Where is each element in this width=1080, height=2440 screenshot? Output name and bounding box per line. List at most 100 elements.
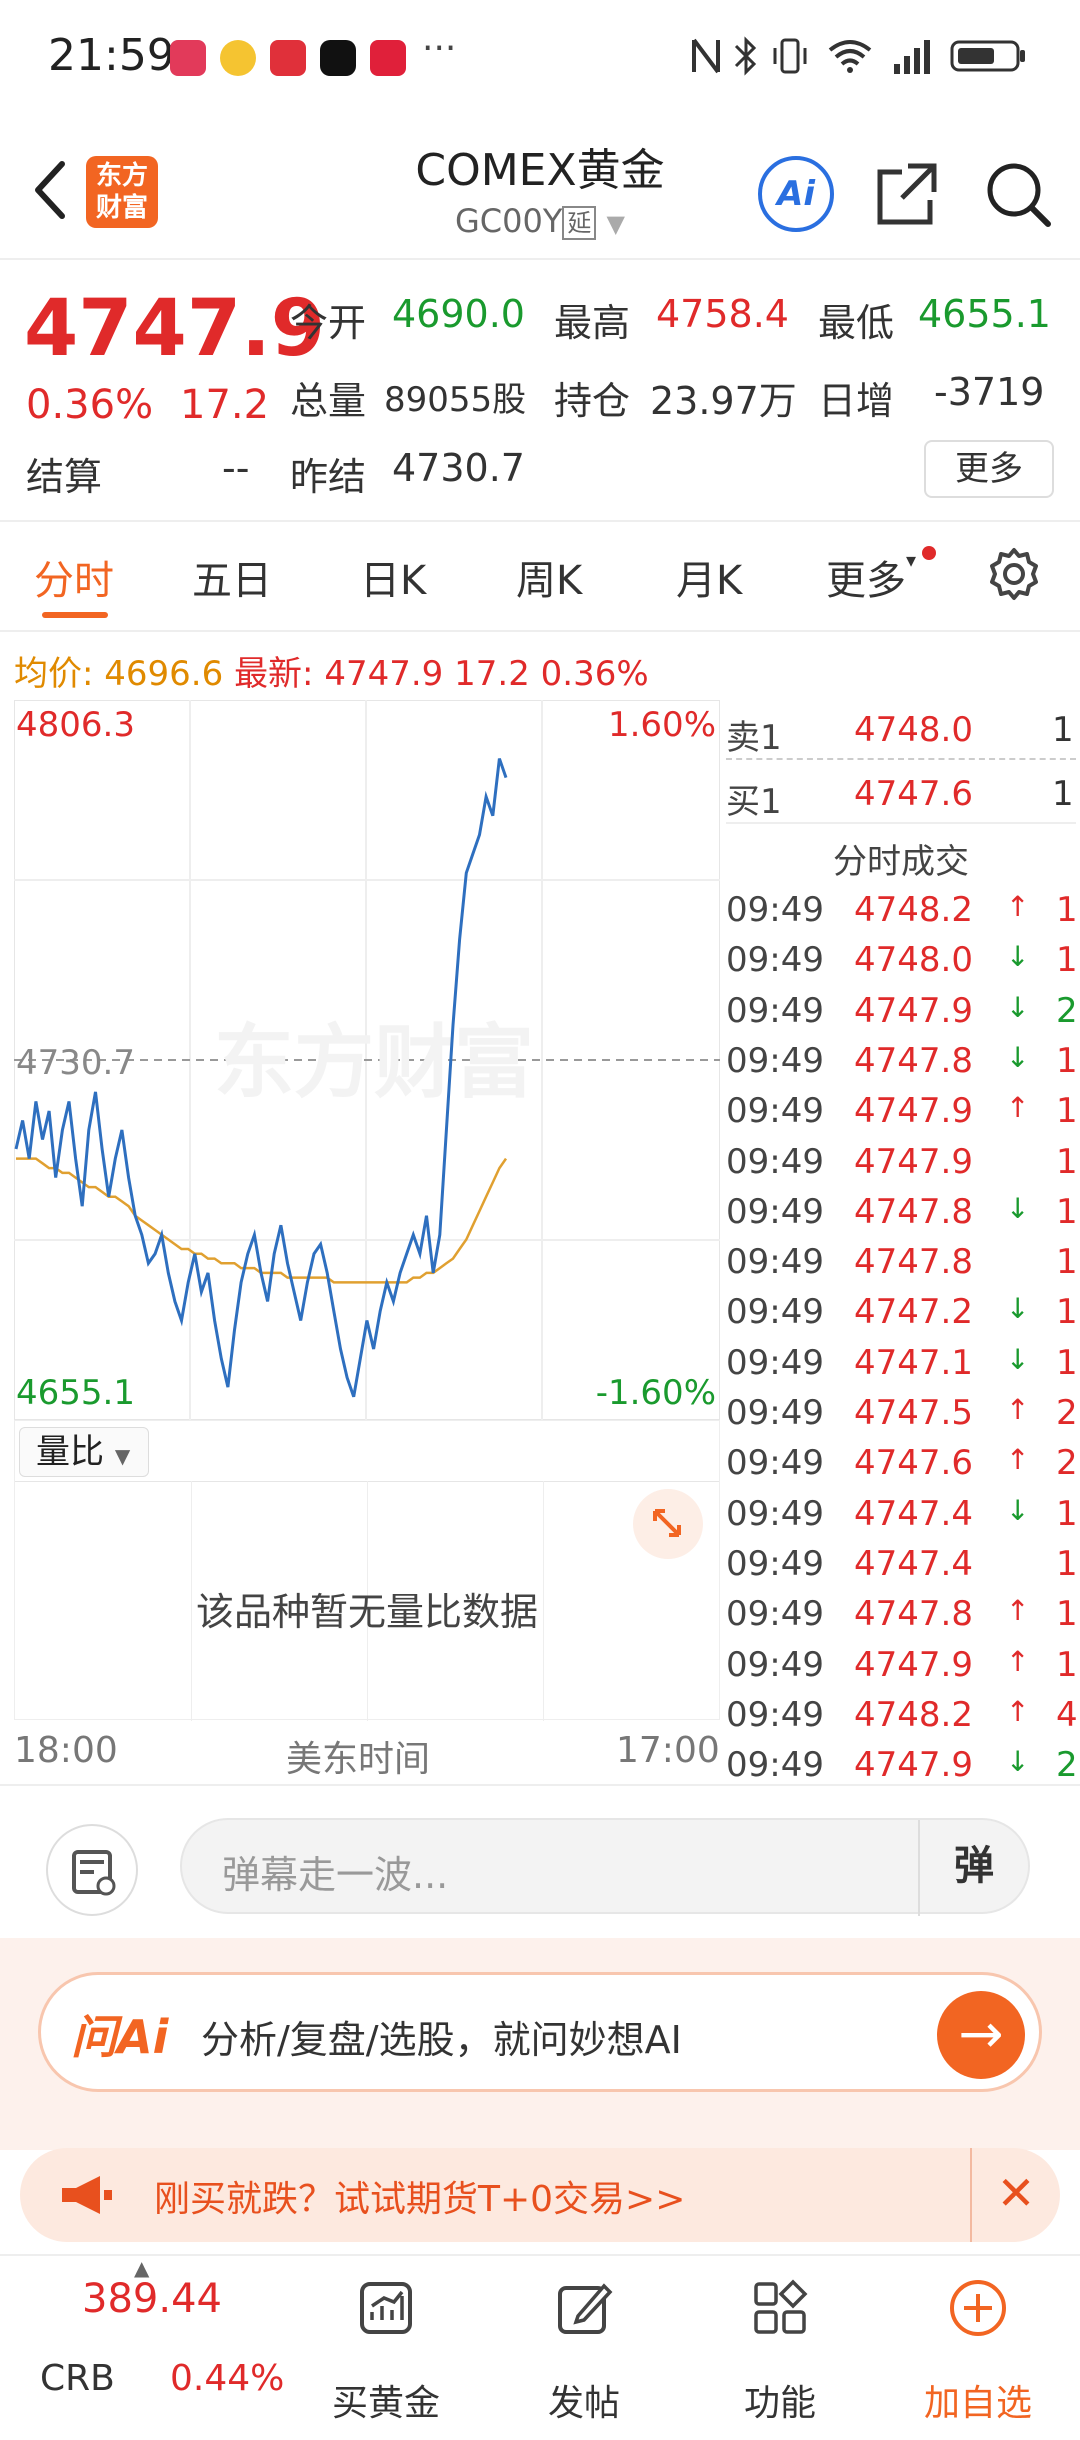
trade-price: 4747.9 <box>854 990 973 1031</box>
tab-daily-k[interactable]: 日K <box>360 548 426 606</box>
close-icon[interactable]: ✕ <box>970 2148 1060 2242</box>
status-bar: 21:59 ··· <box>0 0 1080 120</box>
trade-row: 09:49 4747.2 ↓ 1 <box>726 1292 1080 1342</box>
trade-row: 09:49 4748.2 ↑ 1 <box>726 890 1080 940</box>
trade-price: 4747.8 <box>854 1191 973 1232</box>
comment-settings-icon <box>72 1850 116 1896</box>
trade-qty: 1 <box>1056 940 1078 981</box>
change-percent: 0.36% <box>26 382 154 428</box>
trade-price: 4748.2 <box>854 1694 973 1735</box>
latest-percent: 0.36% <box>540 654 649 694</box>
trade-qty: 2 <box>1056 990 1078 1031</box>
trade-row: 09:49 4747.4 ↓ 1 <box>726 1494 1080 1544</box>
crb-value[interactable]: 389.44 <box>82 2276 222 2322</box>
expand-icon <box>653 1509 681 1537</box>
nav-functions[interactable]: 功能 <box>700 2278 860 2424</box>
status-time: 21:59 <box>48 30 175 81</box>
open-interest-value: 23.97万 <box>650 379 797 423</box>
trade-direction-icon: ↓ <box>1006 1745 1030 1779</box>
ai-prompt-text: 分析/复盘/选股，就问妙想AI <box>201 2018 682 2062</box>
more-quote-button[interactable]: 更多 <box>924 440 1054 498</box>
avg-price-label: 均价: <box>14 654 94 694</box>
header: 东方 财富 COMEX黄金 GC00Y 延 ▼ Ai <box>0 120 1080 260</box>
trade-qty: 2 <box>1056 1443 1078 1484</box>
trade-price: 4747.4 <box>854 1543 973 1584</box>
wifi-icon <box>828 40 872 73</box>
volume-ratio-selector[interactable]: 量比 ▼ <box>19 1427 149 1477</box>
danmu-input[interactable]: 弹幕走一波... 弹 <box>180 1818 1030 1916</box>
trade-direction-icon: ↑ <box>1006 1594 1030 1628</box>
edit-icon <box>558 2283 613 2334</box>
back-arrow-icon[interactable] <box>20 150 80 230</box>
trade-time: 09:49 <box>726 990 824 1031</box>
trade-direction-icon: ↓ <box>1006 1342 1030 1376</box>
trade-qty: 2 <box>1056 1393 1078 1433</box>
chart-icon <box>360 2282 412 2334</box>
trade-row: 09:49 4747.8 ↑ 1 <box>726 1594 1080 1644</box>
tab-five-day[interactable]: 五日 <box>192 548 272 606</box>
tab-weekly-k[interactable]: 周K <box>516 548 582 606</box>
trade-qty: 1 <box>1056 1292 1078 1333</box>
trade-time: 09:49 <box>726 1040 824 1081</box>
trade-time: 09:49 <box>726 1141 824 1182</box>
settings-gear-icon[interactable] <box>986 546 1042 602</box>
trade-price: 4747.1 <box>854 1342 973 1383</box>
expand-chart-button[interactable] <box>633 1489 703 1559</box>
trade-qty: 1 <box>1056 1644 1078 1685</box>
y-axis-top-label: 4806.3 <box>16 705 135 745</box>
arrow-right-icon[interactable]: → <box>937 1991 1025 2079</box>
signal-icon <box>894 40 930 74</box>
nav-buy-gold[interactable]: 买黄金 <box>306 2278 466 2424</box>
tab-more[interactable]: 更多▾ <box>826 548 916 606</box>
notification-dot <box>922 546 936 560</box>
trade-direction-icon: ↑ <box>1006 1644 1030 1678</box>
settle-label: 结算 <box>26 455 103 499</box>
buy1-qty: 1 <box>1052 774 1074 814</box>
trade-time: 09:49 <box>726 1393 824 1433</box>
dropdown-arrow-icon: ▾ <box>906 548 917 572</box>
tab-monthly-k[interactable]: 月K <box>676 548 742 606</box>
trade-qty: 1 <box>1056 1493 1078 1534</box>
x-axis-end-label: 17:00 <box>616 1730 720 1771</box>
intraday-chart[interactable]: 东方财富 4806.3 4730.7 4655.1 1.60% -1.60% <box>14 700 720 1420</box>
search-icon[interactable] <box>982 156 1052 232</box>
nav-add-watchlist[interactable]: 加自选 <box>898 2278 1058 2424</box>
trade-time: 09:49 <box>726 1594 824 1635</box>
trade-time: 09:49 <box>726 940 824 981</box>
pct-axis-bottom-label: -1.60% <box>596 1373 716 1413</box>
trade-direction-icon: ↑ <box>1006 1694 1030 1728</box>
nav-post[interactable]: 发帖 <box>504 2278 664 2424</box>
ai-logo: 问Ai <box>71 2010 169 2064</box>
trade-direction-icon: ↑ <box>1006 1091 1030 1125</box>
bluetooth-icon <box>734 36 757 76</box>
weibo-icon <box>220 40 256 76</box>
nfc-icon <box>692 38 720 74</box>
trade-time: 09:49 <box>726 1745 824 1786</box>
danmu-toggle-button[interactable]: 弹 <box>918 1820 1028 1916</box>
promo-text: 刚买就跌？试试期货T+0交易>> <box>154 2179 686 2220</box>
ai-button[interactable]: Ai <box>758 156 834 232</box>
trade-direction-icon: ↓ <box>1006 1191 1030 1225</box>
low-label: 最低 <box>818 301 895 345</box>
trade-row: 09:49 4747.9 ↓ 2 <box>726 991 1080 1041</box>
promo-banner[interactable]: 刚买就跌？试试期货T+0交易>> ✕ <box>20 2148 1060 2242</box>
buy1-price: 4747.6 <box>854 774 973 814</box>
ai-ask-box[interactable]: 问Ai 分析/复盘/选股，就问妙想AI → <box>38 1972 1042 2092</box>
avg-price-value: 4696.6 <box>104 654 224 694</box>
trade-row: 09:49 4747.9 ↑ 1 <box>726 1091 1080 1141</box>
instrument-code[interactable]: GC00Y 延 ▼ <box>400 202 680 240</box>
share-icon[interactable] <box>872 156 942 232</box>
page-title: COMEX黄金 <box>415 145 665 196</box>
video-app-icon <box>270 40 306 76</box>
battery-icon <box>950 40 1025 72</box>
buy1-label: 买1 <box>726 782 782 822</box>
trade-price: 4747.4 <box>854 1493 973 1534</box>
tab-intraday[interactable]: 分时 <box>34 548 114 606</box>
high-label: 最高 <box>554 301 631 345</box>
trade-price: 4747.5 <box>854 1393 973 1433</box>
vibrate-icon <box>773 38 807 74</box>
add-circle-icon <box>950 2280 1006 2336</box>
low-value: 4655.1 <box>918 292 1051 336</box>
last-price: 4747.9 <box>24 284 325 374</box>
comment-settings-button[interactable] <box>46 1824 138 1916</box>
